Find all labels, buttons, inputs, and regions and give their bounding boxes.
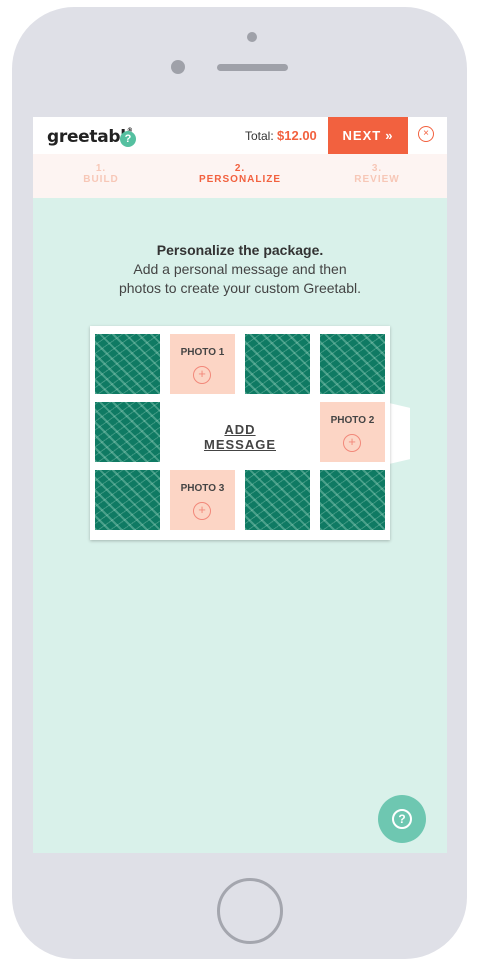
- total-price: $12.00: [277, 128, 317, 143]
- step-label: BUILD: [83, 174, 119, 185]
- logo-text: greetabl: [47, 127, 126, 147]
- instructions-heading: Personalize the package.: [156, 242, 324, 258]
- box-flap: [389, 403, 410, 464]
- help-icon[interactable]: ?: [120, 131, 136, 147]
- close-icon[interactable]: ×: [418, 126, 434, 142]
- plus-circle-icon: +: [193, 366, 211, 384]
- instructions: Personalize the package. Add a personal …: [33, 241, 447, 298]
- step-personalize[interactable]: 2. PERSONALIZE: [180, 163, 300, 185]
- app-screen: greetabl® ? Total: $12.00 NEXT » × 1. BU…: [33, 117, 447, 853]
- camera: [171, 60, 185, 74]
- question-icon: ?: [392, 809, 412, 829]
- pattern-tile: [320, 334, 385, 394]
- pattern-tile: [245, 470, 310, 530]
- help-button[interactable]: ?: [378, 795, 426, 843]
- pattern-tile: [245, 334, 310, 394]
- step-label: REVIEW: [354, 174, 400, 185]
- step-review[interactable]: 3. REVIEW: [317, 163, 437, 185]
- pattern-tile: [95, 470, 160, 530]
- double-chevron-right-icon: »: [385, 128, 394, 143]
- photo-label: PHOTO 3: [180, 483, 225, 494]
- plus-circle-icon: +: [343, 434, 361, 452]
- step-progress: 1. BUILD 2. PERSONALIZE 3. REVIEW: [33, 154, 447, 198]
- sensor-dot: [247, 32, 257, 42]
- step-number: 3.: [371, 163, 383, 174]
- step-number: 2.: [234, 163, 246, 174]
- photo-label: PHOTO 2: [330, 415, 375, 426]
- photo-2-slot[interactable]: PHOTO 2 +: [320, 402, 385, 462]
- next-button[interactable]: NEXT »: [328, 117, 408, 154]
- pattern-tile: [95, 334, 160, 394]
- speaker: [217, 64, 288, 71]
- step-number: 1.: [95, 163, 107, 174]
- add-message-link[interactable]: ADD MESSAGE: [187, 422, 293, 452]
- photo-3-slot[interactable]: PHOTO 3 +: [170, 470, 235, 530]
- total-label: Total:: [245, 129, 278, 143]
- next-label: NEXT: [342, 128, 382, 143]
- home-button[interactable]: [217, 878, 283, 944]
- instructions-line: Add a personal message and then: [133, 261, 347, 277]
- step-label: PERSONALIZE: [198, 174, 282, 185]
- plus-circle-icon: +: [193, 502, 211, 520]
- header: greetabl® ? Total: $12.00 NEXT » ×: [33, 117, 447, 154]
- pattern-tile: [95, 402, 160, 462]
- photo-label: PHOTO 1: [180, 347, 225, 358]
- step-build[interactable]: 1. BUILD: [41, 163, 161, 185]
- order-total: Total: $12.00: [245, 128, 317, 143]
- pattern-tile: [320, 470, 385, 530]
- instructions-line: photos to create your custom Greetabl.: [118, 280, 361, 296]
- photo-1-slot[interactable]: PHOTO 1 +: [170, 334, 235, 394]
